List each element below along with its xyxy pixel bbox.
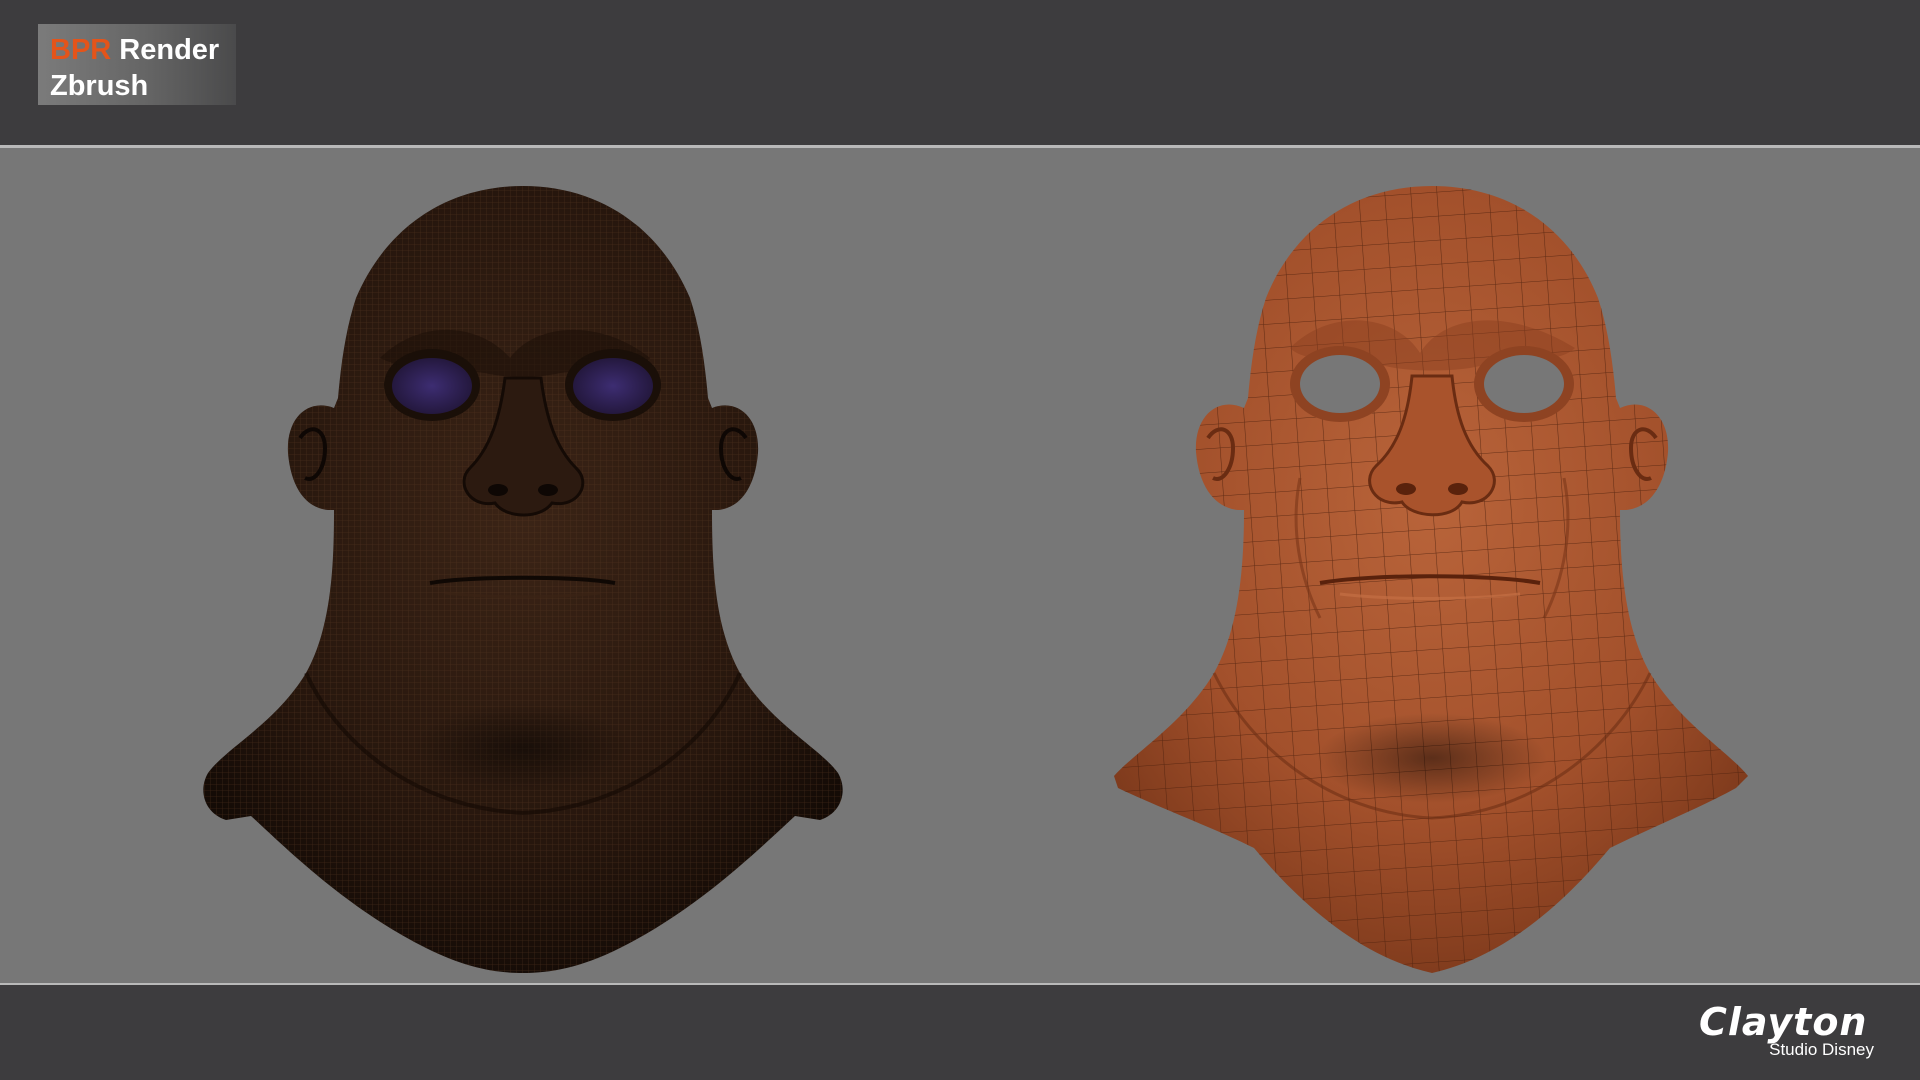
left-eye-glow	[392, 358, 472, 414]
logo-name: Clayton	[1699, 1000, 1868, 1044]
title-badge: BPR Render Zbrush	[38, 24, 236, 105]
title-subtitle: Zbrush	[50, 70, 149, 102]
title-line: BPR Render	[50, 32, 236, 68]
right-head-render	[1114, 186, 1748, 973]
right-eye-glow	[573, 358, 653, 414]
left-head-render	[203, 186, 843, 973]
title-accent: BPR	[50, 34, 112, 66]
render-sheet: BPR Render Zbrush Clayton Studio Disney	[0, 0, 1920, 1080]
studio-logo: Clayton Studio Disney	[1654, 1000, 1874, 1064]
render-canvas	[203, 186, 1748, 973]
logo-tagline: Studio Disney	[1769, 1040, 1874, 1059]
title-rest: Render	[111, 34, 220, 66]
header-bar: BPR Render Zbrush	[0, 0, 1920, 145]
footer-bar	[0, 985, 1920, 1080]
render-viewport	[0, 148, 1920, 983]
